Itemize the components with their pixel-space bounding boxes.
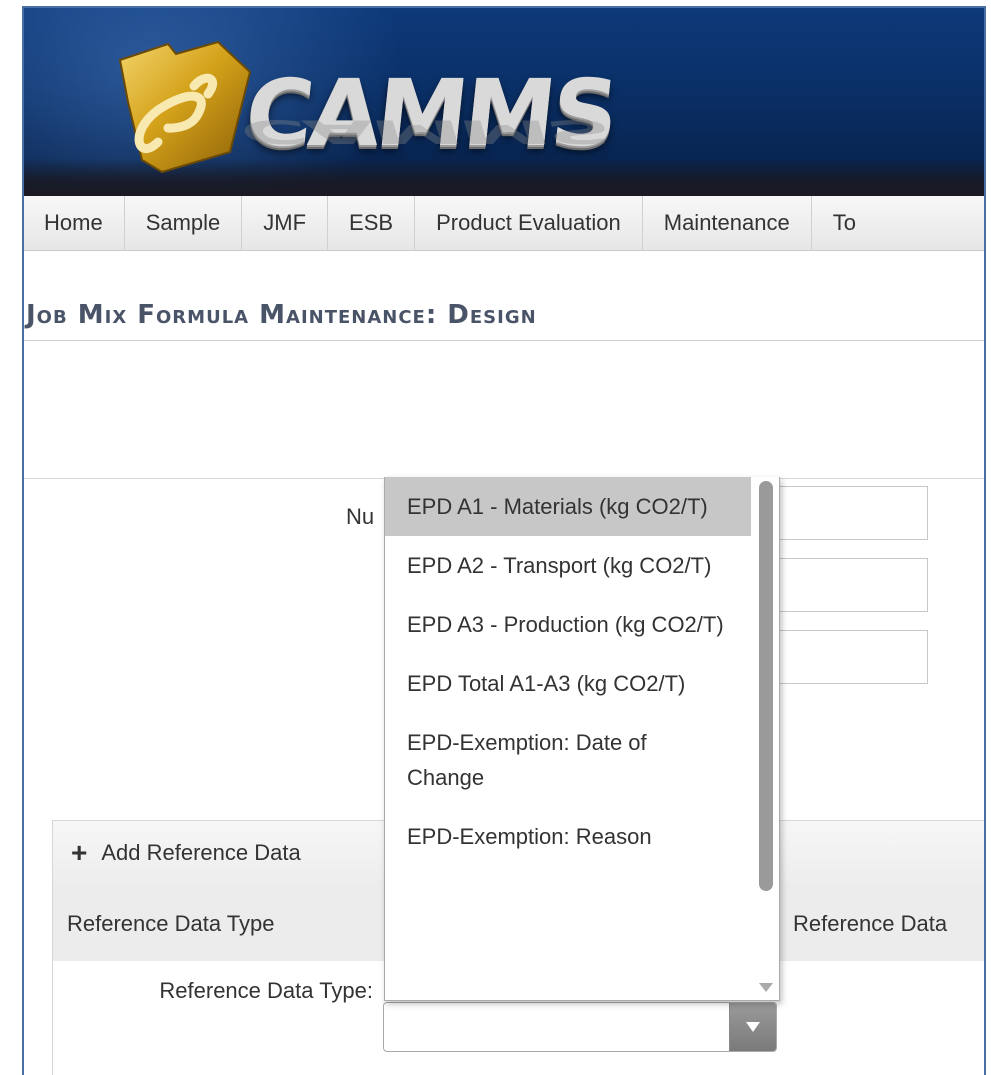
nav-home[interactable]: Home [24, 196, 125, 250]
ecamms-logo: CAMMS CAMMS [98, 32, 620, 192]
text-input-1[interactable] [776, 486, 928, 540]
dropdown-options: EPD A1 - Materials (kg CO2/T) EPD A2 - T… [385, 477, 751, 866]
nav-esb[interactable]: ESB [328, 196, 416, 250]
logo-reflection: CAMMS [234, 112, 615, 150]
reference-data-type-select[interactable] [383, 1002, 777, 1052]
reference-data-type-label: Reference Data Type: [159, 978, 373, 1003]
page-title: Job Mix Formula Maintenance: Design [26, 300, 537, 330]
dropdown-option[interactable]: EPD Total A1-A3 (kg CO2/T) [385, 654, 751, 713]
scrollbar-thumb[interactable] [759, 481, 773, 891]
column-header-reference-data-type[interactable]: Reference Data Type [67, 911, 275, 937]
dropdown-option[interactable]: EPD-Exemption: Date of Change [385, 713, 751, 807]
scroll-down-arrow-icon[interactable] [759, 983, 773, 992]
dropdown-scrollbar[interactable] [753, 477, 779, 1000]
nav-jmf[interactable]: JMF [242, 196, 329, 250]
header-banner: CAMMS CAMMS [24, 8, 984, 196]
dropdown-option[interactable]: EPD A1 - Materials (kg CO2/T) [385, 477, 751, 536]
number-field-label: Nu [346, 504, 375, 529]
reference-type-dropdown-list[interactable]: EPD A1 - Materials (kg CO2/T) EPD A2 - T… [384, 477, 780, 1001]
main-nav: Home Sample JMF ESB Product Evaluation M… [24, 196, 984, 251]
column-header-reference-data[interactable]: Reference Data [793, 911, 947, 937]
nav-tools-truncated[interactable]: To [812, 196, 877, 250]
add-reference-data-button[interactable]: + Add Reference Data [71, 839, 301, 867]
nav-sample[interactable]: Sample [125, 196, 243, 250]
dropdown-option[interactable]: EPD A2 - Transport (kg CO2/T) [385, 536, 751, 595]
dropdown-option[interactable]: EPD A3 - Production (kg CO2/T) [385, 595, 751, 654]
dropdown-option[interactable]: EPD-Exemption: Reason [385, 807, 751, 866]
text-input-2[interactable] [776, 558, 928, 612]
app-window: CAMMS CAMMS Home Sample JMF ESB Product … [22, 6, 986, 1075]
text-input-3[interactable] [776, 630, 928, 684]
add-reference-data-label: Add Reference Data [101, 840, 301, 865]
chevron-down-icon[interactable] [729, 1003, 776, 1051]
nav-maintenance[interactable]: Maintenance [643, 196, 812, 250]
page-title-bar: Job Mix Formula Maintenance: Design [24, 290, 984, 341]
nav-product-evaluation[interactable]: Product Evaluation [415, 196, 643, 250]
plus-icon: + [71, 837, 88, 868]
